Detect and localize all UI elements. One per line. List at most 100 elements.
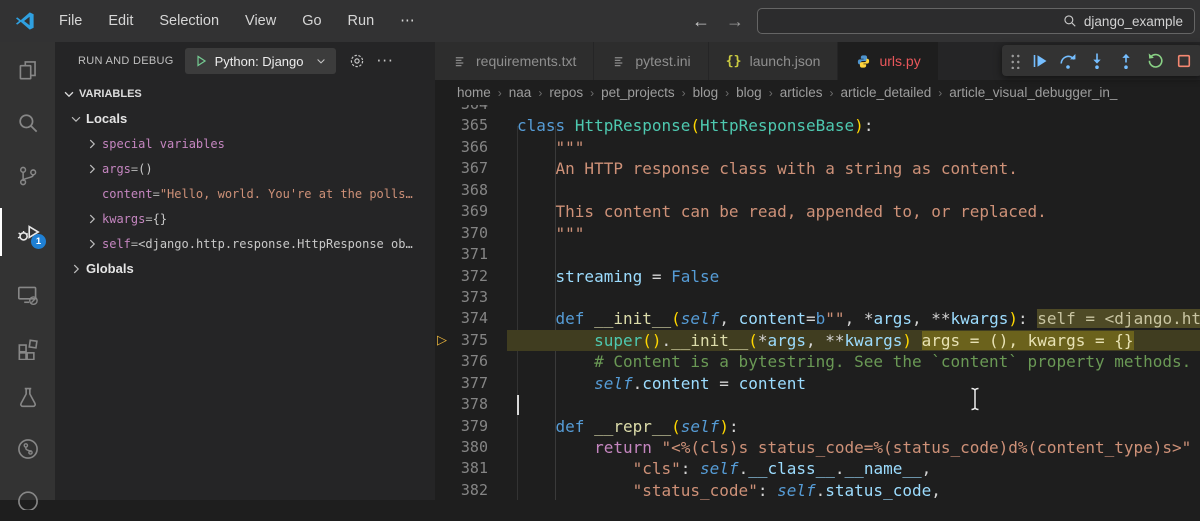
code-line-content[interactable]: "cls": self.__class__.__name__, (507, 458, 1200, 479)
menu-item-file[interactable]: File (46, 0, 95, 42)
line-number[interactable]: 380 (435, 437, 488, 458)
debug-step-over-button[interactable] (1058, 51, 1078, 71)
settings-gear-icon[interactable] (349, 53, 365, 69)
code-line-content[interactable]: class HttpResponse(HttpResponseBase): (507, 115, 1200, 136)
breadcrumb-item-article_detailed[interactable]: article_detailed (840, 85, 931, 100)
code-line-content[interactable]: super().__init__(*args, **kwargs) args =… (507, 329, 1200, 352)
line-number[interactable]: 372 (435, 266, 488, 287)
activity-item-remote-explorer[interactable] (0, 271, 55, 319)
launch-config-dropdown[interactable]: Python: Django (184, 48, 336, 74)
start-debugging-icon[interactable] (194, 54, 208, 68)
variable-row-args[interactable]: args = () (55, 156, 435, 181)
code-line-content[interactable]: # Content is a bytestring. See the `cont… (507, 351, 1200, 372)
line-number[interactable]: 370 (435, 223, 488, 244)
code-line-content[interactable] (507, 180, 1200, 201)
json-braces-icon: {} (725, 53, 742, 69)
line-number[interactable]: 375 ▷ (435, 330, 488, 351)
line-number[interactable]: 368 (435, 180, 488, 201)
tab-urls-py[interactable]: urls.py (838, 42, 939, 80)
variable-value: "Hello, world. You're at the polls… (159, 186, 413, 201)
code-line-content[interactable] (507, 394, 1200, 415)
line-number[interactable]: 374 (435, 308, 488, 329)
inline-debug-value: args = (), kwargs = {} (921, 330, 1134, 350)
menu-item-[interactable]: ⋯ (387, 0, 428, 42)
tab-label: requirements.txt (476, 53, 577, 69)
code-editor[interactable]: 364365 class HttpResponse(HttpResponseBas… (435, 105, 1200, 500)
code-line-content[interactable]: def __repr__(self): (507, 416, 1200, 437)
breadcrumb-item-home[interactable]: home (457, 85, 491, 100)
activity-item-extensions[interactable] (0, 323, 55, 371)
code-line-content[interactable]: This content can be read, appended to, o… (507, 201, 1200, 222)
activity-item-testing[interactable] (0, 373, 55, 421)
variables-scope-locals[interactable]: Locals (55, 106, 435, 131)
code-line: 364 (435, 105, 1200, 115)
debug-step-into-button[interactable] (1087, 51, 1107, 71)
search-value: django_example (1083, 13, 1183, 29)
activity-item-source-control[interactable] (0, 152, 55, 200)
debug-stop-button[interactable] (1174, 51, 1194, 71)
menu-item-edit[interactable]: Edit (95, 0, 146, 42)
breadcrumb-item-pet_projects[interactable]: pet_projects (601, 85, 675, 100)
activity-item-account[interactable] (0, 473, 55, 521)
activity-item-share[interactable] (0, 425, 55, 473)
breadcrumb-item-article_visual_debugger_in_[interactable]: article_visual_debugger_in_ (949, 85, 1117, 100)
code-line-content[interactable]: streaming = False (507, 266, 1200, 287)
code-line-content[interactable] (507, 244, 1200, 265)
stop-icon (1177, 54, 1191, 67)
tab-requirements-txt[interactable]: requirements.txt (435, 42, 595, 80)
line-number[interactable]: 366 (435, 137, 488, 158)
breadcrumb-item-articles[interactable]: articles (780, 85, 823, 100)
activity-item-run-and-debug[interactable]: 1 (0, 208, 55, 256)
nav-forward-icon[interactable]: → (726, 11, 744, 32)
code-line-content[interactable]: """ (507, 223, 1200, 244)
more-actions-icon[interactable]: ··· (377, 52, 394, 70)
variables-scope-globals[interactable]: Globals (55, 256, 435, 281)
code-line-content[interactable] (507, 105, 1200, 115)
command-center-search[interactable]: django_example (757, 8, 1195, 34)
variable-row-content[interactable]: content = "Hello, world. You're at the p… (55, 181, 435, 206)
code-line-content[interactable]: return "<%(cls)s status_code=%(status_co… (507, 437, 1200, 458)
line-number[interactable]: 381 (435, 458, 488, 479)
nav-back-icon[interactable]: ← (692, 11, 710, 32)
line-number[interactable]: 378 (435, 394, 488, 415)
code-line-content[interactable] (507, 287, 1200, 308)
code-line-content[interactable]: "status_code": self.status_code, (507, 480, 1200, 500)
tab-pytest-ini[interactable]: pytest.ini (594, 42, 709, 80)
breadcrumb-item-blog[interactable]: blog (736, 85, 762, 100)
run-debug-panel: RUN AND DEBUG Python: Django ··· VARIABL… (55, 42, 435, 500)
toolbar-drag-handle[interactable] (1009, 52, 1020, 69)
menu-item-selection[interactable]: Selection (146, 0, 232, 42)
line-number[interactable]: 379 (435, 416, 488, 437)
breadcrumb-item-blog[interactable]: blog (693, 85, 719, 100)
activity-item-explorer[interactable] (0, 46, 55, 94)
line-number[interactable]: 373 (435, 287, 488, 308)
breadcrumb-item-repos[interactable]: repos (549, 85, 583, 100)
variable-row-special-variables[interactable]: special variables (55, 131, 435, 156)
variable-row-self[interactable]: self = <django.http.response.HttpRespons… (55, 231, 435, 256)
menu-item-view[interactable]: View (232, 0, 289, 42)
chevron-down-icon (316, 59, 325, 64)
code-line-content[interactable]: self.content = content (507, 373, 1200, 394)
code-line-content[interactable]: """ (507, 137, 1200, 158)
activity-item-search[interactable] (0, 99, 55, 147)
tab-launch-json[interactable]: {} launch.json (708, 42, 839, 80)
line-number[interactable]: 382 (435, 480, 488, 500)
code-line-content[interactable]: def __init__(self, content=b"", *args, *… (507, 308, 1200, 329)
remote-icon (17, 286, 38, 306)
line-number[interactable]: 364 (435, 105, 488, 115)
variables-section-header[interactable]: VARIABLES (55, 82, 435, 106)
line-number[interactable]: 371 (435, 244, 488, 265)
menu-item-run[interactable]: Run (335, 0, 388, 42)
debug-continue-button[interactable] (1029, 51, 1049, 71)
line-number[interactable]: 377 (435, 373, 488, 394)
breadcrumb-item-naa[interactable]: naa (509, 85, 532, 100)
menu-item-go[interactable]: Go (289, 0, 334, 42)
line-number[interactable]: 365 (435, 115, 488, 136)
line-number[interactable]: 369 (435, 201, 488, 222)
debug-restart-button[interactable] (1145, 51, 1165, 71)
line-number[interactable]: 376 (435, 351, 488, 372)
line-number[interactable]: 367 (435, 158, 488, 179)
debug-step-out-button[interactable] (1116, 51, 1136, 71)
code-line-content[interactable]: An HTTP response class with a string as … (507, 158, 1200, 179)
variable-row-kwargs[interactable]: kwargs = {} (55, 206, 435, 231)
